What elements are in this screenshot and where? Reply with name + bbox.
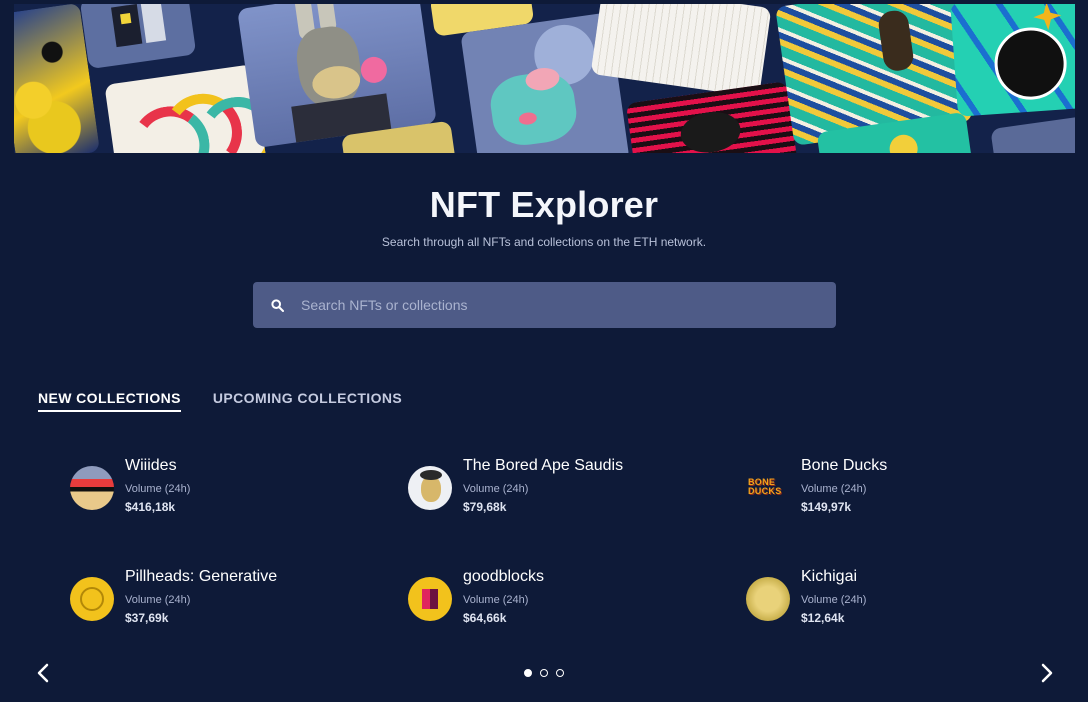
hero-banner (14, 4, 1075, 153)
collection-name: Bone Ducks (801, 457, 888, 474)
banner-artwork (950, 4, 1075, 117)
collection-tabs: NEW COLLECTIONS UPCOMING COLLECTIONS (38, 390, 402, 412)
banner-artwork (104, 64, 270, 153)
pagination-dot-3[interactable] (556, 669, 564, 677)
collection-card-bored-ape-saudis[interactable]: The Bored Ape Saudis Volume (24h) $79,68… (408, 456, 746, 567)
collection-name: goodblocks (463, 568, 544, 585)
banner-artwork (79, 4, 197, 70)
collection-card-bone-ducks[interactable]: BONE DUCKS Bone Ducks Volume (24h) $149,… (746, 456, 1046, 567)
collection-logo-text: BONE DUCKS (748, 477, 782, 496)
collection-avatar (746, 577, 790, 621)
volume-label: Volume (24h) (125, 483, 191, 495)
volume-value: $37,69k (125, 611, 169, 625)
volume-value: $149,97k (801, 500, 852, 514)
volume-label: Volume (24h) (801, 594, 867, 606)
page-title: NFT Explorer (429, 184, 659, 225)
volume-label: Volume (24h) (463, 483, 529, 495)
pagination-dots (524, 669, 564, 677)
tab-new-collections[interactable]: NEW COLLECTIONS (38, 390, 181, 412)
collection-avatar (408, 466, 452, 510)
banner-artwork (990, 115, 1075, 153)
collection-avatar (70, 466, 114, 510)
search-input[interactable] (299, 289, 836, 321)
collection-card-wiiides[interactable]: Wiiides Volume (24h) $416,18k (70, 456, 408, 567)
pagination-dot-1[interactable] (524, 669, 532, 677)
volume-value: $79,68k (463, 500, 507, 514)
pagination-dot-2[interactable] (540, 669, 548, 677)
volume-label: Volume (24h) (463, 594, 529, 606)
collection-name: Kichigai (801, 568, 858, 585)
banner-artwork (625, 81, 801, 153)
tab-upcoming-collections[interactable]: UPCOMING COLLECTIONS (213, 390, 402, 412)
collection-avatar (70, 577, 114, 621)
next-page-button[interactable] (1036, 662, 1056, 684)
collections-grid: Wiiides Volume (24h) $416,18k The Bored … (70, 456, 1046, 678)
search-icon (271, 298, 285, 312)
collection-name: Pillheads: Generative (125, 568, 278, 585)
volume-value: $64,66k (463, 611, 507, 625)
collection-avatar: BONE DUCKS (746, 466, 790, 510)
chevron-left-icon (37, 663, 49, 683)
page-subtitle: Search through all NFTs and collections … (381, 235, 707, 249)
volume-label: Volume (24h) (125, 594, 191, 606)
collection-avatar (408, 577, 452, 621)
collection-card-kichigai[interactable]: Kichigai Volume (24h) $12,64k (746, 567, 1046, 678)
chevron-right-icon (1041, 663, 1053, 683)
collection-name: The Bored Ape Saudis (463, 457, 624, 474)
prev-page-button[interactable] (34, 662, 54, 684)
volume-value: $12,64k (801, 611, 845, 625)
search-box[interactable] (253, 282, 836, 328)
volume-value: $416,18k (125, 500, 176, 514)
collection-card-goodblocks[interactable]: goodblocks Volume (24h) $64,66k (408, 567, 746, 678)
volume-label: Volume (24h) (801, 483, 867, 495)
collection-card-pillheads[interactable]: Pillheads: Generative Volume (24h) $37,6… (70, 567, 408, 678)
collection-name: Wiiides (125, 457, 177, 474)
